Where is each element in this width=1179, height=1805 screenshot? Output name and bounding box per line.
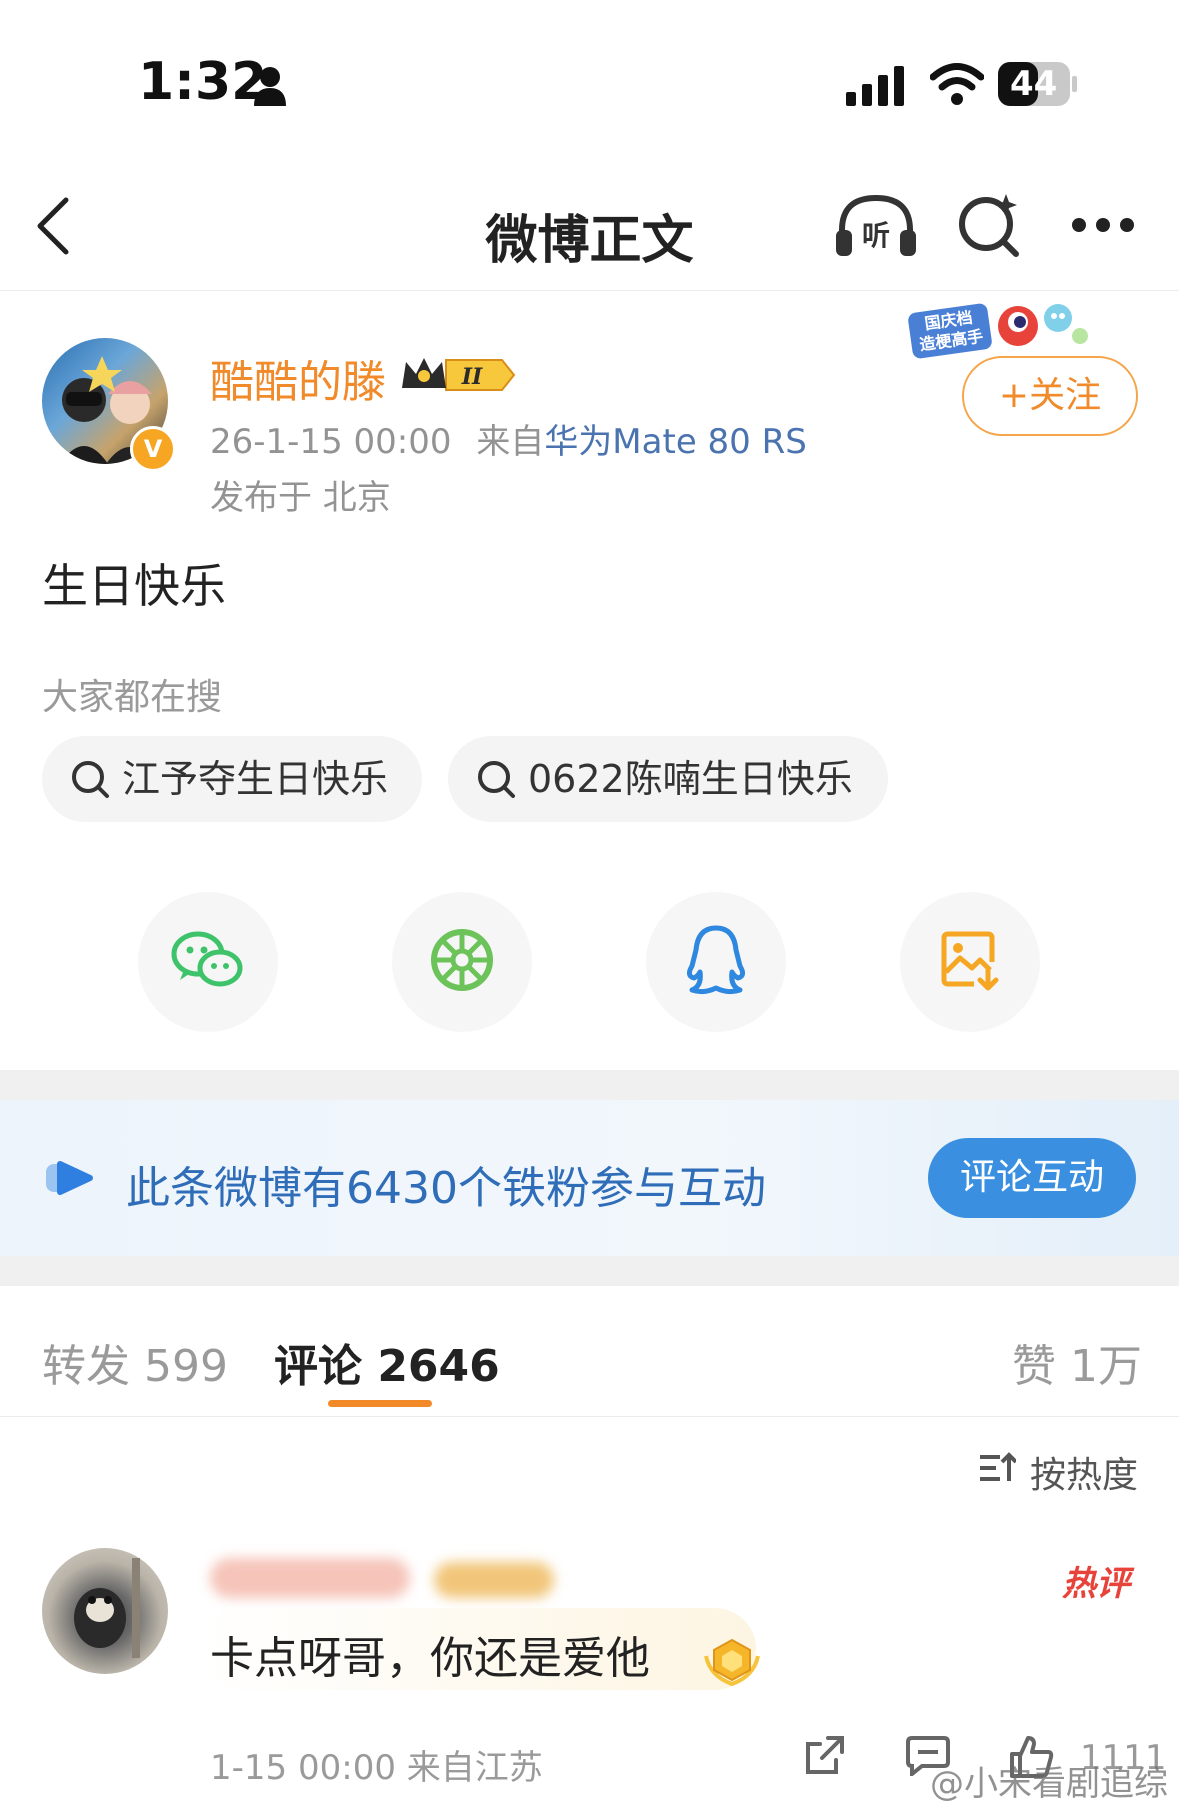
sort-toggle[interactable]: 按热度 [978,1446,1138,1498]
search-chip[interactable]: 0622陈喃生日快乐 [448,736,888,822]
search-icon [476,759,516,799]
wechat-icon [170,928,246,996]
save-image-icon [938,928,1002,996]
post-text: 生日快乐 [42,559,226,613]
sort-label: 按热度 [1030,1455,1139,1496]
moments-icon [428,926,496,998]
search-chip[interactable]: 江予夺生日快乐 [42,736,422,822]
comment-meta: 1-15 00:00 来自江苏 [210,1748,543,1788]
wifi-icon [929,62,985,110]
sort-icon [978,1451,1018,1494]
tab-like[interactable]: 赞 1万 [1012,1330,1142,1394]
svg-text:听: 听 [862,219,890,252]
crown-level-badge: II [398,354,516,400]
commenter-avatar[interactable] [42,1548,168,1674]
search-icon[interactable] [956,192,1022,262]
share-icon[interactable] [804,1734,846,1780]
share-wechat-button[interactable] [138,892,278,1032]
promo-sticker: 国庆档 造梗高手 [906,296,1092,364]
listen-icon[interactable]: 听 [834,190,918,264]
tab-comment[interactable]: 评论 2646 [274,1330,500,1394]
more-icon[interactable] [1070,216,1136,238]
search-chip-label: 0622陈喃生日快乐 [528,757,853,801]
medal-icon [700,1636,764,1692]
active-tab-indicator [328,1400,432,1407]
comment-text: 卡点呀哥，你还是爱他 [210,1633,650,1684]
verified-badge: V [130,426,176,472]
watermark: @小宋看剧追综 [930,1764,1168,1804]
post-meta: 26-1-15 00:00 来自华为Mate 80 RS [210,414,807,463]
hot-comment-badge: 热评 [1062,1564,1130,1604]
tab-repost[interactable]: 转发 599 [42,1330,228,1394]
post-time: 26-1-15 00:00 [210,422,452,462]
commenter-badge-blurred [434,1562,554,1598]
follow-button[interactable]: +关注 [962,356,1138,436]
trending-search-heading: 大家都在搜 [42,677,223,718]
status-time: 1:32 [138,52,268,112]
post-location: 发布于 北京 [210,478,391,518]
save-image-button[interactable] [900,892,1040,1032]
person-icon [252,66,288,110]
banner-text: 此条微博有6430个铁粉参与互动 [126,1163,766,1214]
play-icon [46,1160,102,1200]
share-qq-button[interactable] [646,892,786,1032]
device-link[interactable]: 华为Mate 80 RS [544,422,807,462]
commenter-name-blurred[interactable] [210,1558,410,1598]
section-divider [0,1070,1179,1100]
source-prefix: 来自 [476,422,545,462]
cellular-signal-icon [846,66,906,110]
section-divider [0,1256,1179,1286]
share-moments-button[interactable] [392,892,532,1032]
search-icon [70,759,110,799]
comment-interaction-button[interactable]: 评论互动 [928,1138,1136,1218]
search-chip-label: 江予夺生日快乐 [122,757,389,801]
battery-indicator: 44 [998,62,1078,106]
tabs-divider [0,1416,1179,1417]
qq-icon [684,924,748,1000]
battery-level: 44 [1010,64,1058,104]
level-label: II [461,364,483,390]
author-name[interactable]: 酷酷的滕 [210,346,386,410]
